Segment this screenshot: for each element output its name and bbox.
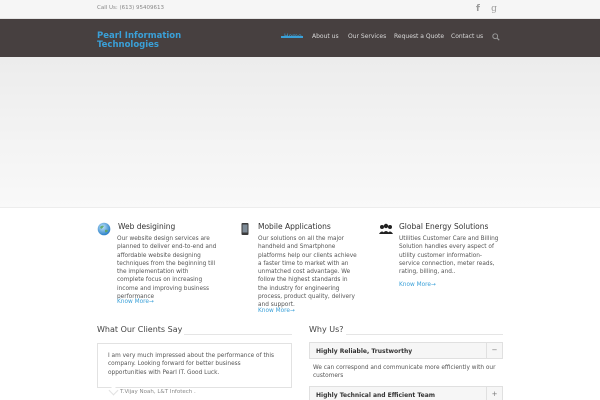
- service-title-mobile: Mobile Applications: [258, 222, 331, 231]
- accordion-body-reliable: We can correspond and communicate more e…: [313, 365, 496, 380]
- phone-number: Call Us: (613) 95409613: [97, 5, 165, 11]
- know-more-energy-link[interactable]: Know More→: [399, 282, 436, 288]
- expand-icon[interactable]: +: [486, 387, 502, 400]
- facebook-icon[interactable]: f: [472, 3, 484, 15]
- testimonial-quote: I am very much impressed about the perfo…: [97, 343, 292, 388]
- nav-contact-us[interactable]: Contact us: [451, 33, 483, 40]
- accordion-label-reliable: Highly Reliable, Trustworthy: [316, 348, 413, 355]
- service-body-mobile: Our solutions on all the major handheld …: [258, 236, 357, 309]
- smartphone-icon: [241, 223, 249, 235]
- why-us-section-title: Why Us?: [309, 325, 344, 334]
- know-more-mobile-link[interactable]: Know More→: [258, 308, 295, 314]
- service-title-energy: Global Energy Solutions: [399, 222, 489, 231]
- top-bar: Call Us: (613) 95409613 f g: [0, 0, 600, 19]
- people-icon: [379, 223, 393, 234]
- service-body-web: Our website design services are planned …: [117, 236, 217, 301]
- collapse-icon[interactable]: −: [486, 343, 502, 358]
- know-more-web-link[interactable]: Know More→: [117, 299, 154, 305]
- accordion-item-technical[interactable]: Highly Technical and Efficient Team +: [309, 386, 503, 400]
- nav-about-us[interactable]: About us: [312, 33, 339, 40]
- accordion-label-technical: Highly Technical and Efficient Team: [316, 392, 436, 399]
- hero-slider: [0, 57, 600, 208]
- nav-request-quote[interactable]: Request a Quote: [394, 33, 444, 40]
- service-body-energy: Utilities Customer Care and Billing Solu…: [399, 236, 499, 276]
- clients-title-rule: [184, 334, 292, 335]
- logo-line-2: Technologies: [97, 40, 159, 50]
- search-icon[interactable]: [492, 33, 500, 41]
- nav-active-indicator: [281, 36, 303, 38]
- testimonial-author: T.Vijay Noah, L&T Infotech .: [120, 389, 196, 395]
- site-logo[interactable]: Pearl Information Technologies: [97, 32, 207, 50]
- nav-our-services[interactable]: Our Services: [348, 33, 386, 40]
- service-title-web: Web desigining: [118, 222, 176, 231]
- globe-icon: [97, 222, 111, 236]
- why-us-title-rule: [346, 334, 503, 335]
- clients-section-title: What Our Clients Say: [97, 325, 183, 334]
- site-header: Pearl Information Technologies Home Abou…: [0, 19, 600, 57]
- accordion-item-reliable[interactable]: Highly Reliable, Trustworthy −: [309, 342, 503, 359]
- google-plus-icon[interactable]: g: [488, 3, 500, 15]
